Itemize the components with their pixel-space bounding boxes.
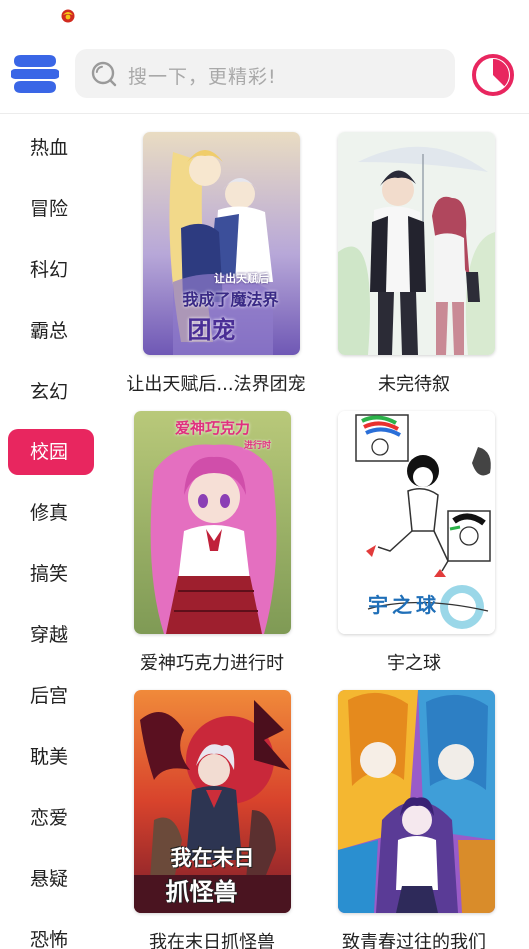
comic-cover[interactable]: 爱神巧克力 进行时 [134, 411, 291, 634]
cover-text-line: 我成了魔法界 [182, 290, 279, 309]
comic-title[interactable]: 宇之球 [314, 649, 514, 675]
notification-app-icon [61, 9, 75, 23]
comic-title[interactable]: 让出天赋后...法界团宠 [116, 370, 316, 396]
genre-sidebar: 热血 冒险 科幻 霸总 玄幻 校园 修真 搞笑 穿越 后宫 耽美 恋爱 悬疑 恐… [0, 115, 104, 949]
genre-item-maoxian[interactable]: 冒险 [8, 186, 94, 232]
genre-item-kehuan[interactable]: 科幻 [8, 247, 94, 293]
cover-illustration-couple-umbrella [338, 132, 495, 355]
genre-item-rexue[interactable]: 热血 [8, 125, 94, 171]
genre-item-danmei[interactable]: 耽美 [8, 734, 94, 780]
comic-grid: 让出天赋后 我成了魔法界 团宠 让出天赋后...法界团宠 未完待叙 爱神巧克力 … [104, 115, 529, 949]
genre-item-hougong[interactable]: 后宫 [8, 673, 94, 719]
comic-cover[interactable]: 让出天赋后 我成了魔法界 团宠 [143, 132, 300, 355]
comic-card[interactable]: 我在末日 抓怪兽 我在末日抓怪兽 [112, 673, 312, 949]
cover-text-line: 团宠 [187, 316, 236, 344]
menu-icon[interactable] [11, 53, 59, 95]
genre-item-kongbu[interactable]: 恐怖 [8, 917, 94, 949]
comic-card[interactable]: 让出天赋后 我成了魔法界 团宠 让出天赋后...法界团宠 [116, 115, 316, 395]
status-bar [0, 0, 529, 34]
search-input[interactable]: 搜一下，更精彩! [75, 49, 455, 98]
cover-text-line: 宇之球 [368, 593, 440, 617]
comic-title[interactable]: 爱神巧克力进行时 [112, 649, 312, 675]
comic-cover[interactable] [338, 690, 495, 913]
cover-text-line: 让出天赋后 [214, 272, 269, 285]
comic-card[interactable]: 宇之球 宇之球 [314, 394, 514, 674]
clock-icon[interactable] [470, 52, 516, 98]
search-icon [91, 61, 117, 87]
cover-text-line: 进行时 [243, 441, 271, 451]
genre-item-xuanyi[interactable]: 悬疑 [8, 856, 94, 902]
genre-item-gaoxiao[interactable]: 搞笑 [8, 551, 94, 597]
search-placeholder: 搜一下，更精彩! [128, 66, 277, 88]
comic-title[interactable]: 未完待叙 [314, 370, 514, 396]
comic-card[interactable]: 致青春过往的我们 [314, 673, 514, 949]
comic-title[interactable]: 致青春过往的我们 [314, 928, 514, 949]
comic-cover[interactable]: 我在末日 抓怪兽 [134, 690, 291, 913]
cover-text-line: 抓怪兽 [165, 878, 238, 906]
genre-item-xiaoyuan[interactable]: 校园 [8, 429, 94, 475]
cover-text-line: 爱神巧克力 [174, 419, 250, 437]
comic-title[interactable]: 我在末日抓怪兽 [112, 928, 312, 949]
comic-card[interactable]: 爱神巧克力 进行时 爱神巧克力进行时 [112, 394, 312, 674]
cover-text-line: 我在末日 [170, 846, 255, 870]
genre-item-xiuzhen[interactable]: 修真 [8, 490, 94, 536]
comic-card[interactable]: 未完待叙 [314, 115, 514, 395]
genre-item-lianai[interactable]: 恋爱 [8, 795, 94, 841]
genre-item-xuanhuan[interactable]: 玄幻 [8, 369, 94, 415]
comic-cover[interactable] [338, 132, 495, 355]
cover-title-art: 让出天赋后 我成了魔法界 团宠 [143, 270, 300, 345]
cover-title-art: 我在末日 抓怪兽 [134, 842, 291, 907]
genre-item-chuanyue[interactable]: 穿越 [8, 612, 94, 658]
cover-title-art: 宇之球 [368, 589, 488, 618]
top-header: 搜一下，更精彩! [0, 34, 529, 114]
comic-cover[interactable]: 宇之球 [338, 411, 495, 634]
genre-item-bazong[interactable]: 霸总 [8, 308, 94, 354]
cover-title-art: 爱神巧克力 进行时 [134, 417, 291, 451]
cover-illustration-friends [338, 690, 495, 913]
